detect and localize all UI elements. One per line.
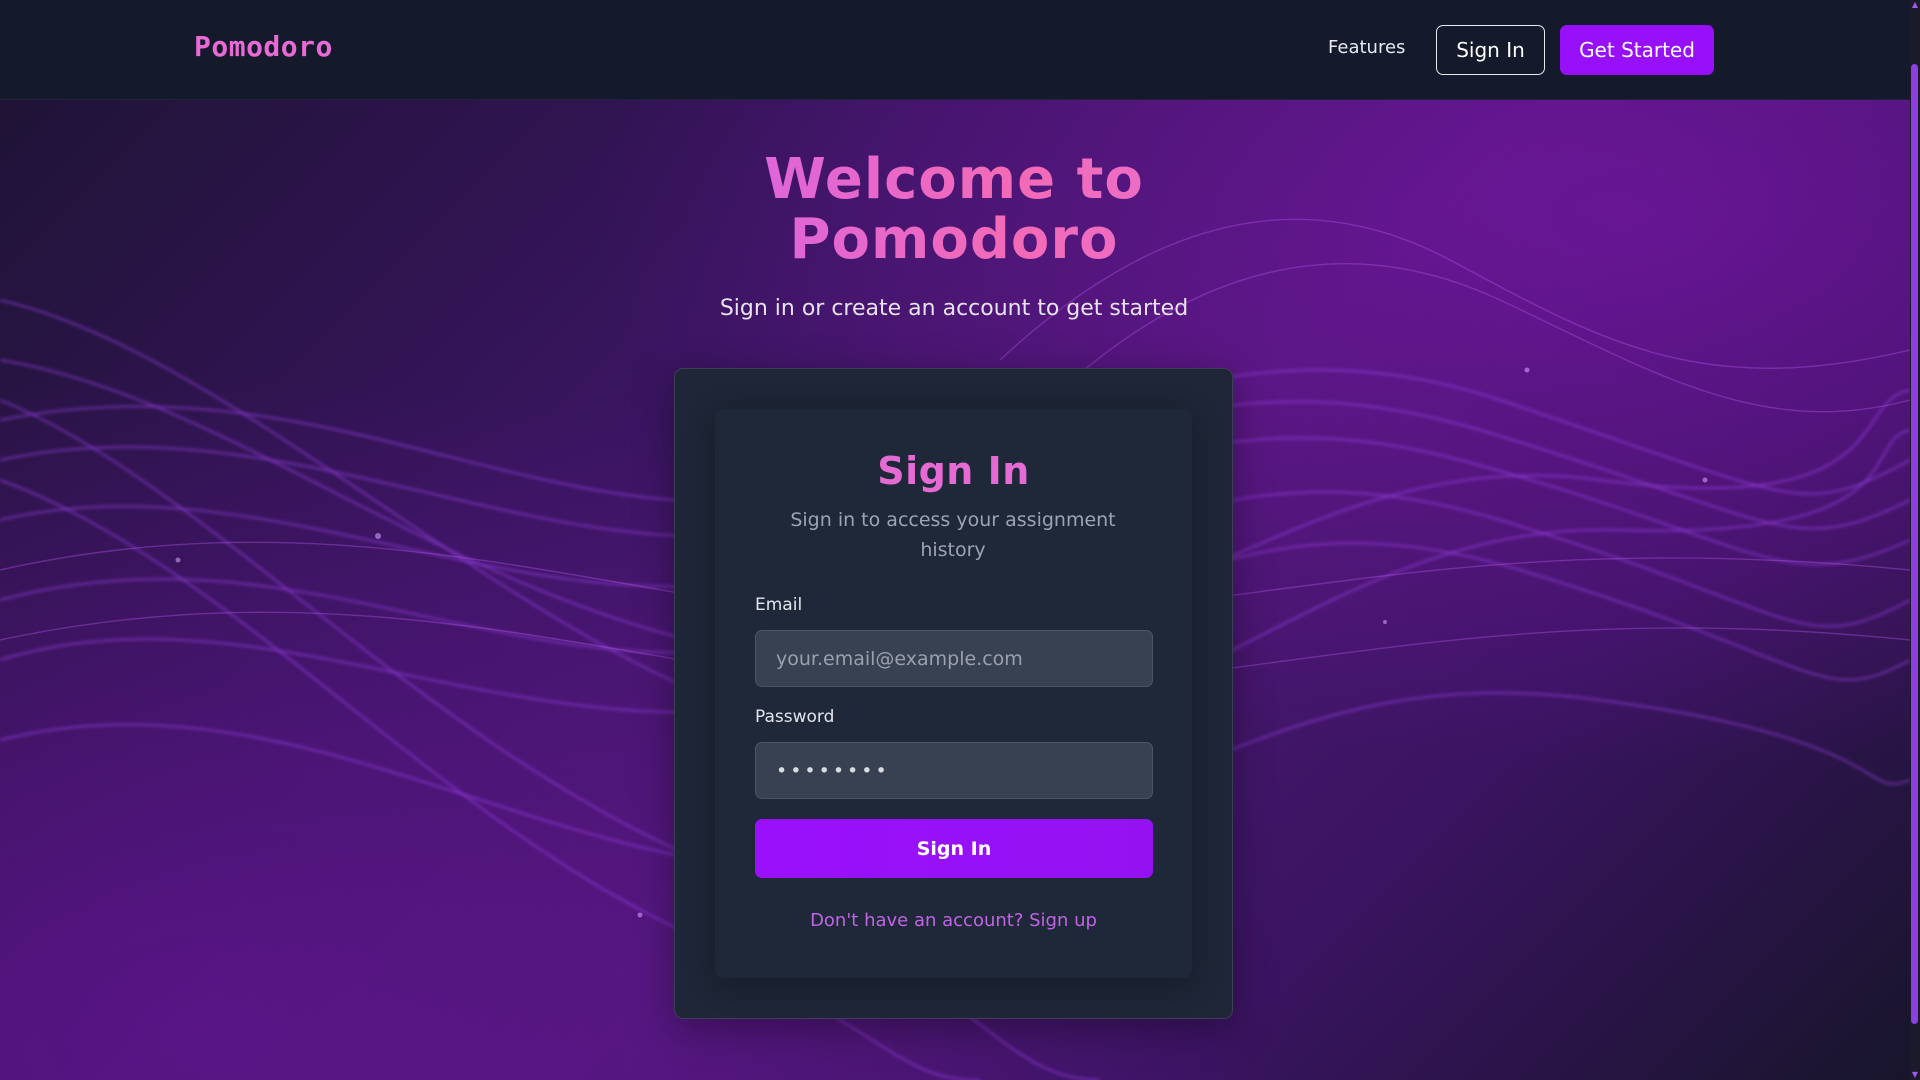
brand-logo[interactable]: Pomodoro	[194, 30, 333, 63]
page: Pomodoro Features Sign In Get Started We…	[0, 0, 1920, 1080]
password-label: Password	[755, 707, 835, 727]
email-field[interactable]	[755, 630, 1153, 687]
hero-title-line2: Pomodoro	[789, 207, 1119, 272]
top-navbar: Pomodoro Features Sign In Get Started	[0, 0, 1910, 100]
scrollbar-thumb[interactable]	[1911, 64, 1918, 1024]
signin-title: Sign In	[877, 449, 1030, 493]
hero-title-line1: Welcome to	[764, 147, 1144, 212]
triangle-up-icon[interactable]: ▲	[1911, 0, 1919, 10]
signin-subtitle: Sign in to access your assignment histor…	[790, 509, 1116, 561]
nav-features-link[interactable]: Features	[1328, 37, 1405, 58]
page-scrollbar[interactable]: ▲ ▼	[1910, 0, 1920, 1080]
signin-form: Sign In Sign in to access your assignmen…	[715, 409, 1192, 978]
triangle-down-icon[interactable]: ▼	[1911, 1070, 1919, 1080]
password-field[interactable]	[755, 742, 1153, 799]
signin-card: Sign In Sign in to access your assignmen…	[674, 368, 1233, 1019]
email-label: Email	[755, 595, 803, 615]
hero-title: Welcome to Pomodoro	[660, 150, 1248, 270]
header-sign-in-button[interactable]: Sign In	[1436, 25, 1545, 75]
hero-subtitle: Sign in or create an account to get star…	[719, 296, 1189, 321]
get-started-button[interactable]: Get Started	[1560, 25, 1714, 75]
signin-submit-button[interactable]: Sign In	[755, 819, 1153, 878]
signup-link[interactable]: Don't have an account? Sign up	[715, 910, 1192, 931]
